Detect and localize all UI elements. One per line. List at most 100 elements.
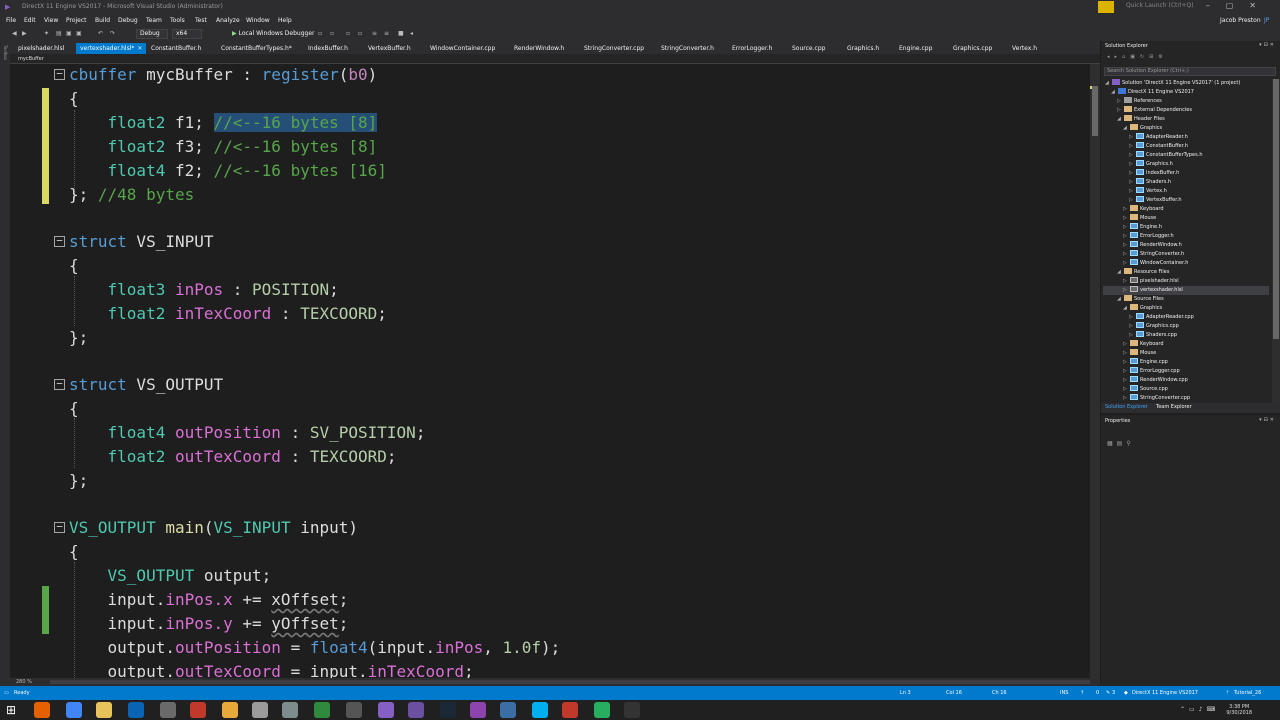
pencil-icon[interactable]: ✎	[1106, 690, 1110, 696]
scrollbar-thumb[interactable]	[1092, 86, 1098, 136]
expanded-arrow-icon[interactable]: ◢	[1105, 79, 1112, 88]
app-icon-stack[interactable]	[470, 702, 486, 718]
collapsed-arrow-icon[interactable]: ▷	[1117, 97, 1124, 106]
settings-icon[interactable]	[282, 702, 298, 718]
collapsed-arrow-icon[interactable]: ▷	[1129, 196, 1136, 205]
toolbar-extra-icon-2[interactable]: ▫	[330, 30, 337, 38]
push-icon[interactable]: ↑	[1080, 690, 1084, 696]
solution-tree-item[interactable]: ▷ WindowContainer.h	[1123, 259, 1188, 268]
solution-tree-item[interactable]: ▷ ErrorLogger.cpp	[1123, 367, 1180, 376]
tab-solution-explorer[interactable]: Solution Explorer	[1105, 404, 1148, 410]
collapsed-arrow-icon[interactable]: ▷	[1123, 367, 1130, 376]
expanded-arrow-icon[interactable]: ◢	[1111, 88, 1118, 97]
solution-tree-item[interactable]: ▷ Mouse	[1123, 349, 1156, 358]
skype-icon[interactable]	[532, 702, 548, 718]
solution-tree-item[interactable]: ▷ RenderWindow.cpp	[1123, 376, 1188, 385]
app-icon-notepad[interactable]	[594, 702, 610, 718]
code-editor[interactable]: − cbuffer mycBuffer : register(b0) { flo…	[10, 64, 1090, 678]
app-icon-r[interactable]	[222, 702, 238, 718]
collapsed-arrow-icon[interactable]: ▷	[1129, 151, 1136, 160]
solution-tree-item[interactable]: ▷ Graphics.h	[1129, 160, 1173, 169]
toolbox-strip[interactable]: Toolbox	[0, 41, 10, 686]
tab-graphics-h[interactable]: Graphics.h	[843, 43, 883, 54]
new-project-icon[interactable]: ✦	[44, 30, 51, 38]
toolbar-extra-icon-4[interactable]: ▫	[358, 30, 365, 38]
tab-windowcontainer-cpp[interactable]: WindowContainer.cpp	[426, 43, 499, 54]
uncomment-icon[interactable]: ≡	[384, 30, 391, 38]
toolbar-extra-icon-3[interactable]: ▫	[346, 30, 353, 38]
menu-view[interactable]: View	[44, 17, 58, 24]
toolbar-extra-icon-1[interactable]: ▫	[318, 30, 325, 38]
menu-project[interactable]: Project	[66, 17, 87, 24]
menu-test[interactable]: Test	[195, 17, 207, 24]
tab-indexbuffer-h[interactable]: IndexBuffer.h	[304, 43, 352, 54]
solution-tree-item[interactable]: ▷ pixelshader.hlsl	[1123, 277, 1179, 286]
forward-icon[interactable]: ▶	[22, 30, 29, 38]
collapsed-arrow-icon[interactable]: ▷	[1117, 106, 1124, 115]
close-tab-icon[interactable]: ✕	[137, 45, 142, 52]
system-tray-icons[interactable]: ⌃▭♪⌨	[1180, 706, 1219, 713]
menu-build[interactable]: Build	[95, 17, 110, 24]
menu-edit[interactable]: Edit	[24, 17, 36, 24]
terminal-icon[interactable]	[160, 702, 176, 718]
system-clock[interactable]: 3:38 PM 9/30/2018	[1226, 704, 1252, 716]
collapsed-arrow-icon[interactable]: ▷	[1123, 241, 1130, 250]
collapsed-arrow-icon[interactable]: ▷	[1123, 214, 1130, 223]
collapsed-arrow-icon[interactable]: ▷	[1123, 385, 1130, 394]
solution-tree-item[interactable]: ▷ ConstantBufferTypes.h	[1129, 151, 1203, 160]
solution-tree-item[interactable]: ▷ RenderWindow.h	[1123, 241, 1182, 250]
solution-search-input[interactable]: Search Solution Explorer (Ctrl+;)	[1104, 67, 1276, 76]
steam-icon[interactable]	[440, 702, 456, 718]
save-all-icon[interactable]: ▣	[76, 30, 83, 38]
menu-file[interactable]: File	[6, 17, 16, 24]
solution-tree-item[interactable]: ▷ Shaders.h	[1129, 178, 1171, 187]
prev-bookmark-icon[interactable]: ◂	[410, 30, 417, 38]
collapsed-arrow-icon[interactable]: ▷	[1129, 169, 1136, 178]
solution-tree-item[interactable]: ◢ Graphics	[1123, 124, 1162, 133]
app-icon-doc[interactable]	[252, 702, 268, 718]
status-project[interactable]: DirectX 11 Engine VS2017	[1132, 690, 1198, 696]
menu-window[interactable]: Window	[246, 17, 270, 24]
solution-tree-item[interactable]: ▷ Shaders.cpp	[1129, 331, 1177, 340]
status-branch[interactable]: Tutorial_26	[1234, 690, 1261, 696]
app-icon-purple[interactable]	[408, 702, 424, 718]
notification-flag-icon[interactable]	[1098, 1, 1114, 13]
solution-tree-item[interactable]: ▷ Source.cpp	[1123, 385, 1168, 394]
solution-explorer-scrollbar[interactable]	[1272, 79, 1280, 405]
solution-tree-item[interactable]: ▷ Graphics.cpp	[1129, 322, 1179, 331]
app-icon-red[interactable]	[190, 702, 206, 718]
collapsed-arrow-icon[interactable]: ▷	[1123, 232, 1130, 241]
collapsed-arrow-icon[interactable]: ▷	[1123, 340, 1130, 349]
window-controls[interactable]: –▢✕	[1206, 1, 1272, 10]
firefox-icon[interactable]	[34, 702, 50, 718]
solution-tree-item[interactable]: ▷ ErrorLogger.h	[1123, 232, 1174, 241]
tab-errorlogger-h[interactable]: ErrorLogger.h	[728, 43, 776, 54]
collapsed-arrow-icon[interactable]: ▷	[1123, 394, 1130, 403]
panel-controls[interactable]: ▾⊟✕	[1259, 417, 1276, 423]
tab-engine-cpp[interactable]: Engine.cpp	[895, 43, 936, 54]
menu-analyze[interactable]: Analyze	[216, 17, 240, 24]
bookmark-icon[interactable]: ■	[398, 30, 405, 38]
collapsed-arrow-icon[interactable]: ▷	[1123, 277, 1130, 286]
tab-vertexbuffer-h[interactable]: VertexBuffer.h	[364, 43, 415, 54]
solution-explorer-toolbar[interactable]: ◂▸⌂▣↻⊞⚙	[1101, 54, 1280, 64]
solution-tree-item[interactable]: ▷ Keyboard	[1123, 205, 1164, 214]
properties-toolbar[interactable]: ▦▤⚲	[1107, 440, 1135, 447]
visual-studio-icon[interactable]	[378, 702, 394, 718]
expanded-arrow-icon[interactable]: ◢	[1117, 268, 1124, 277]
outlook-icon[interactable]	[128, 702, 144, 718]
app-icon-gamepad[interactable]	[346, 702, 362, 718]
solution-tree-item[interactable]: ▷ StringConverter.cpp	[1123, 394, 1190, 403]
tab-constantbuffertypes-h[interactable]: ConstantBufferTypes.h*	[217, 43, 296, 54]
chrome-icon[interactable]	[66, 702, 82, 718]
tab-graphics-cpp[interactable]: Graphics.cpp	[949, 43, 996, 54]
collapsed-arrow-icon[interactable]: ▷	[1123, 205, 1130, 214]
menu-tools[interactable]: Tools	[170, 17, 185, 24]
collapsed-arrow-icon[interactable]: ▷	[1129, 133, 1136, 142]
app-icon-green[interactable]	[314, 702, 330, 718]
solution-tree-item[interactable]: ▷ AdapterReader.h	[1129, 133, 1188, 142]
zoom-level[interactable]: 280 %	[16, 679, 32, 685]
collapsed-arrow-icon[interactable]: ▷	[1129, 178, 1136, 187]
collapsed-arrow-icon[interactable]: ▷	[1123, 376, 1130, 385]
solution-tree-item[interactable]: ◢ DirectX 11 Engine VS2017	[1111, 88, 1194, 97]
